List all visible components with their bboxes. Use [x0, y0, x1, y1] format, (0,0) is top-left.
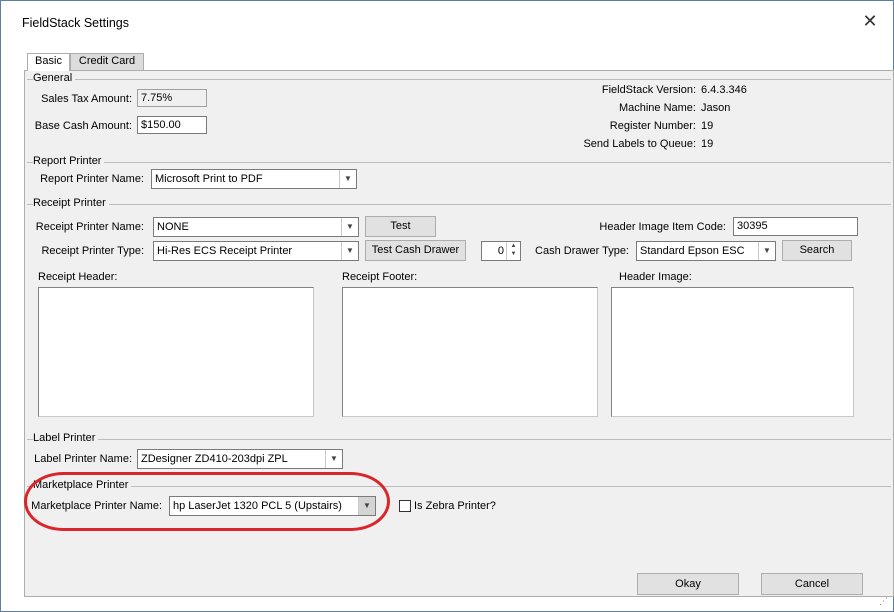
report-printer-select[interactable]: Microsoft Print to PDF ▼	[151, 169, 357, 189]
chevron-down-icon[interactable]: ▼	[325, 450, 342, 468]
sales-tax-label: Sales Tax Amount:	[41, 93, 132, 105]
version-value: 6.4.3.346	[701, 84, 747, 96]
is-zebra-checkbox[interactable]	[399, 500, 411, 512]
machine-name-value: Jason	[701, 102, 731, 114]
label-printer-legend: Label Printer	[33, 432, 99, 444]
receipt-printer-type-value: Hi-Res ECS Receipt Printer	[157, 245, 293, 257]
spinner-value: 0	[497, 245, 504, 257]
version-label: FieldStack Version:	[601, 84, 696, 96]
cash-drawer-type-select[interactable]: Standard Epson ESC ▼	[636, 241, 776, 261]
test-button[interactable]: Test	[365, 216, 436, 237]
window-title: FieldStack Settings	[22, 16, 129, 30]
send-labels-value: 19	[701, 138, 714, 150]
receipt-printer-type-select[interactable]: Hi-Res ECS Receipt Printer ▼	[153, 241, 359, 261]
receipt-printer-name-label: Receipt Printer Name:	[35, 221, 144, 233]
cash-drawer-type-label: Cash Drawer Type:	[535, 245, 629, 257]
resize-grip-icon[interactable]: ⋰	[876, 595, 888, 607]
report-printer-name-label: Report Printer Name:	[40, 173, 144, 185]
label-printer-select-value: ZDesigner ZD410-203dpi ZPL	[141, 453, 288, 465]
receipt-printer-select[interactable]: NONE ▼	[153, 217, 359, 237]
report-printer-legend: Report Printer	[33, 155, 105, 167]
cancel-button[interactable]: Cancel	[761, 573, 863, 595]
receipt-printer-type-label: Receipt Printer Type:	[41, 245, 144, 257]
search-button[interactable]: Search	[782, 240, 852, 261]
base-cash-input[interactable]: $150.00	[137, 116, 207, 134]
cash-drawer-spinner[interactable]: 0 ▲ ▼	[481, 241, 521, 261]
annotation-highlight	[24, 472, 390, 531]
test-cash-drawer-button[interactable]: Test Cash Drawer	[365, 240, 466, 261]
spinner-up-icon[interactable]: ▲	[507, 242, 520, 250]
register-number-label: Register Number:	[609, 120, 696, 132]
receipt-header-label: Receipt Header:	[38, 271, 118, 283]
general-legend: General	[33, 72, 76, 84]
spinner-down-icon[interactable]: ▼	[507, 250, 520, 258]
report-printer-select-value: Microsoft Print to PDF	[155, 173, 263, 185]
header-image-item-code-label: Header Image Item Code:	[599, 221, 726, 233]
chevron-down-icon[interactable]: ▼	[341, 218, 358, 236]
chevron-down-icon[interactable]: ▼	[339, 170, 356, 188]
okay-button[interactable]: Okay	[637, 573, 739, 595]
receipt-printer-select-value: NONE	[157, 221, 189, 233]
close-icon[interactable]: ✕	[858, 10, 882, 34]
header-image-label: Header Image:	[619, 271, 692, 283]
header-image-item-code-input[interactable]: 30395	[733, 217, 858, 236]
header-image-box[interactable]	[611, 287, 854, 417]
is-zebra-label: Is Zebra Printer?	[414, 500, 496, 512]
receipt-footer-textarea[interactable]	[342, 287, 598, 417]
receipt-printer-legend: Receipt Printer	[33, 197, 109, 209]
receipt-footer-label: Receipt Footer:	[342, 271, 418, 283]
label-printer-name-label: Label Printer Name:	[34, 453, 132, 465]
chevron-down-icon[interactable]: ▼	[758, 242, 775, 260]
label-printer-select[interactable]: ZDesigner ZD410-203dpi ZPL ▼	[137, 449, 343, 469]
tab-credit-card[interactable]: Credit Card	[70, 53, 144, 70]
cash-drawer-type-value: Standard Epson ESC	[640, 245, 745, 257]
register-number-value: 19	[701, 120, 714, 132]
spinner-arrows[interactable]: ▲ ▼	[506, 242, 520, 260]
receipt-header-textarea[interactable]	[38, 287, 314, 417]
machine-name-label: Machine Name:	[618, 102, 696, 114]
send-labels-label: Send Labels to Queue:	[583, 138, 696, 150]
tab-basic[interactable]: Basic	[27, 53, 70, 71]
chevron-down-icon[interactable]: ▼	[341, 242, 358, 260]
sales-tax-input[interactable]: 7.75%	[137, 89, 207, 107]
base-cash-label: Base Cash Amount:	[34, 120, 132, 132]
